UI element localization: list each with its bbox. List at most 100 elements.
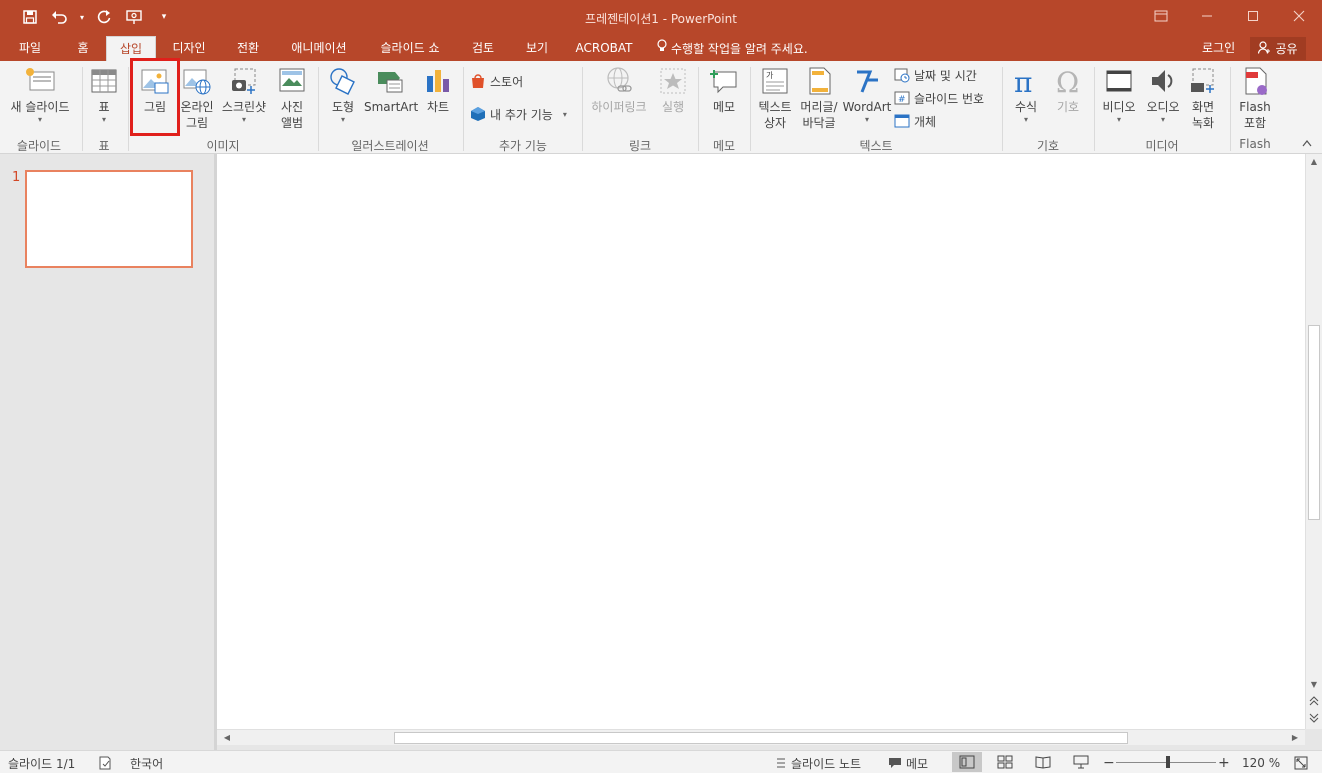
- tab-animations[interactable]: 애니메이션: [284, 36, 354, 61]
- flash-label-1: Flash: [1239, 100, 1271, 114]
- spell-check-icon[interactable]: [98, 754, 112, 772]
- slide-thumbnail[interactable]: [25, 170, 193, 268]
- online-pictures-icon: [183, 69, 211, 95]
- photo-album-icon: [279, 68, 305, 92]
- next-slide-icon[interactable]: [1306, 712, 1322, 728]
- header-footer-icon: [809, 67, 831, 95]
- tab-slideshow[interactable]: 슬라이드 쇼: [372, 36, 448, 61]
- action-star-icon: [660, 68, 686, 94]
- maximize-icon[interactable]: [1230, 0, 1276, 32]
- photo-album-label-2: 앨범: [280, 116, 304, 130]
- notes-button[interactable]: 슬라이드 노트: [775, 754, 861, 772]
- header-footer-button[interactable]: 머리글/ 바닥글: [798, 66, 840, 131]
- close-icon[interactable]: [1276, 0, 1322, 32]
- screenshot-icon: [232, 68, 256, 94]
- chart-button[interactable]: 차트: [418, 66, 458, 115]
- audio-button[interactable]: 오디오 ▾: [1142, 66, 1184, 125]
- equation-button[interactable]: π 수식 ▾: [1006, 66, 1046, 125]
- share-button[interactable]: 공유: [1250, 37, 1306, 60]
- scroll-left-icon[interactable]: ◀: [219, 730, 235, 746]
- zoom-level[interactable]: 120 %: [1242, 754, 1280, 772]
- table-icon: [91, 69, 117, 93]
- photo-album-button[interactable]: 사진 앨범: [272, 66, 312, 131]
- reading-view-icon: [1035, 756, 1051, 769]
- shapes-label: 도형: [331, 100, 355, 114]
- new-slide-button[interactable]: 새 슬라이드 ▾: [6, 66, 74, 125]
- comment-icon: [710, 70, 737, 94]
- login-link[interactable]: 로그인: [1202, 36, 1235, 60]
- ribbon: 새 슬라이드 ▾ 표 ▾ 그림 온라인 그림 스크린샷 ▾ 사진 앨범 도형 ▾…: [0, 61, 1322, 154]
- calendar-clock-icon: [894, 68, 910, 83]
- wordart-button[interactable]: WordArt ▾: [842, 66, 892, 125]
- tab-transitions[interactable]: 전환: [228, 36, 268, 61]
- minimize-icon[interactable]: [1184, 0, 1230, 32]
- video-button[interactable]: 비디오 ▾: [1098, 66, 1140, 125]
- my-addins-label: 내 추가 기능: [490, 107, 553, 122]
- scroll-down-icon[interactable]: ▼: [1306, 677, 1322, 693]
- previous-slide-icon[interactable]: [1306, 695, 1322, 711]
- vertical-scrollbar[interactable]: ▲ ▼: [1305, 154, 1322, 729]
- group-label-links: 링크: [628, 139, 652, 153]
- group-label-slides: 슬라이드: [16, 139, 62, 153]
- object-button[interactable]: 개체: [894, 111, 936, 131]
- slide-number-button[interactable]: # 슬라이드 번호: [894, 88, 984, 108]
- hyperlink-button[interactable]: 하이퍼링크: [586, 66, 652, 115]
- fit-to-window-icon[interactable]: [1294, 754, 1308, 772]
- slideshow-icon: [1073, 755, 1089, 769]
- screen-recording-icon: [1191, 68, 1214, 93]
- audio-label: 오디오: [1146, 100, 1180, 114]
- slide-number-label: 슬라이드 번호: [914, 91, 985, 106]
- textbox-button[interactable]: 가 텍스트 상자: [754, 66, 796, 131]
- table-button[interactable]: 표 ▾: [86, 66, 122, 125]
- slideshow-view-button[interactable]: [1066, 752, 1096, 772]
- smartart-button[interactable]: SmartArt: [364, 66, 418, 115]
- lightbulb-icon: [657, 37, 667, 61]
- collapse-ribbon-icon[interactable]: [1302, 137, 1312, 150]
- zoom-in-icon[interactable]: +: [1218, 754, 1230, 772]
- normal-view-button[interactable]: [952, 752, 982, 772]
- tab-view[interactable]: 보기: [518, 36, 556, 61]
- tell-me-label: 수행할 작업을 알려 주세요.: [671, 41, 808, 56]
- language-indicator[interactable]: 한국어: [130, 754, 163, 772]
- tab-review[interactable]: 검토: [464, 36, 502, 61]
- scroll-right-icon[interactable]: ▶: [1287, 730, 1303, 746]
- screen-recording-label-1: 화면: [1191, 100, 1215, 114]
- action-button[interactable]: 실행: [654, 66, 692, 115]
- svg-text:#: #: [898, 95, 906, 105]
- tab-acrobat[interactable]: ACROBAT: [572, 36, 636, 61]
- horizontal-scrollbar[interactable]: ◀ ▶: [217, 729, 1305, 745]
- flash-icon: [1245, 67, 1267, 95]
- reading-view-button[interactable]: [1028, 752, 1058, 772]
- tab-home[interactable]: 홈: [68, 36, 98, 61]
- slide-number-icon: #: [894, 91, 910, 105]
- my-addins-button[interactable]: 내 추가 기능 ▾: [470, 104, 567, 124]
- screenshot-label: 스크린샷: [221, 100, 267, 114]
- store-button[interactable]: 스토어: [470, 71, 523, 91]
- date-time-button[interactable]: 날짜 및 시간: [894, 65, 977, 85]
- slide-canvas[interactable]: [217, 154, 1305, 729]
- horizontal-scroll-thumb[interactable]: [394, 732, 1128, 744]
- ribbon-display-options-icon[interactable]: [1138, 0, 1184, 32]
- screen-recording-button[interactable]: 화면 녹화: [1184, 66, 1222, 131]
- group-label-tables: 표: [98, 139, 110, 153]
- tell-me-box[interactable]: 수행할 작업을 알려 주세요.: [657, 36, 808, 61]
- zoom-slider-thumb[interactable]: [1166, 756, 1170, 768]
- vertical-scroll-thumb[interactable]: [1308, 325, 1320, 520]
- symbol-button[interactable]: Ω 기호: [1048, 66, 1088, 115]
- scroll-up-icon[interactable]: ▲: [1306, 154, 1322, 170]
- zoom-out-icon[interactable]: −: [1103, 754, 1115, 772]
- comment-label: 메모: [712, 100, 736, 114]
- new-slide-label: 새 슬라이드: [10, 100, 70, 114]
- online-pictures-button[interactable]: 온라인 그림: [178, 66, 216, 131]
- screenshot-button[interactable]: 스크린샷 ▾: [218, 66, 270, 125]
- video-label: 비디오: [1102, 100, 1136, 114]
- svg-text:Ω: Ω: [1056, 66, 1079, 96]
- tab-file[interactable]: 파일: [10, 36, 50, 61]
- comment-button[interactable]: 메모: [704, 66, 744, 115]
- group-label-comments: 메모: [712, 139, 736, 153]
- comments-button[interactable]: 메모: [888, 754, 928, 772]
- textbox-label-2: 상자: [763, 116, 787, 130]
- slide-sorter-button[interactable]: [990, 752, 1020, 772]
- shapes-button[interactable]: 도형 ▾: [324, 66, 362, 125]
- embed-flash-button[interactable]: Flash 포함: [1234, 66, 1276, 131]
